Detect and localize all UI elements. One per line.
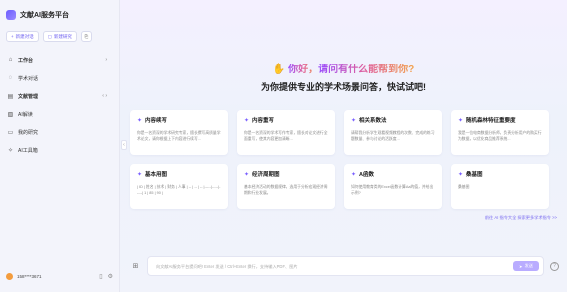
document-icon: ▧ (7, 111, 14, 118)
sidebar-item-workbench[interactable]: ⌂ 工作台 › (6, 54, 113, 66)
greeting: ✋ 你好，请问有什么能帮到你? (120, 60, 567, 75)
clipboard-button[interactable]: ⎘ (80, 31, 92, 42)
new-research-button[interactable]: ▢ 新建研究 (42, 31, 77, 42)
card-title: 随机森林特征重要度 (466, 118, 516, 124)
sparkle-icon: ✦ (351, 171, 357, 178)
card-title: A函数 (359, 172, 375, 178)
app-window: 文献AI服务平台 + 新建对话 ▢ 新建研究 ⎘ ⌂ 工作台 › ◌ 学术对话 … (0, 0, 567, 292)
plus-icon: + (11, 34, 14, 39)
prompt-card[interactable]: ✦ 内容续写 你是一名资深的学术研究专家，擅长撰写高质量学术论文，请你根据上下内容… (130, 110, 228, 155)
sidebar-item-literature[interactable]: ▤ 文献管理 ‹ › (6, 90, 113, 102)
card-desc: | ID | 姓名 | 技术 | 财务 | 人事 | -- | -- | -- … (137, 185, 221, 196)
sidebar: 文献AI服务平台 + 新建对话 ▢ 新建研究 ⎘ ⌂ 工作台 › ◌ 学术对话 … (0, 0, 120, 292)
sidebar-item-label: AI工具箱 (18, 147, 38, 154)
card-title: 内容重写 (252, 118, 275, 124)
more-prompts-link[interactable]: 前往 AI 指令大全 探索更多学术指令 >> (485, 215, 557, 221)
brand: 文献AI服务平台 (6, 8, 113, 22)
sidebar-item-label: 工作台 (18, 57, 34, 64)
user-actions: ▯ ⚙ (99, 273, 113, 280)
prompt-card[interactable]: ✦ 随机森林特征重要度 我是一位电商数据分析师，负责分析用户的购买行为数据，以优化… (451, 110, 549, 155)
page-subtitle: 为你提供专业的学术场景问答，快试试吧! (261, 82, 426, 92)
research-icon: ▢ (47, 33, 52, 39)
user-name: 158****3671 (17, 273, 42, 279)
card-desc: 基本经济活动的数据规律，选用于分析宏观经济周期和行业发展。 (244, 185, 328, 196)
settings-icon[interactable]: ⚙ (108, 273, 113, 280)
toolbox-icon: ✧ (7, 147, 14, 154)
sparkle-icon: ✦ (137, 171, 143, 178)
user-bar: 158****3671 ▯ ⚙ (6, 270, 113, 282)
card-title: 经济周期图 (252, 172, 280, 178)
send-label: 发送 (524, 263, 533, 268)
home-icon: ⌂ (8, 57, 13, 63)
chat-input[interactable] (156, 263, 513, 269)
wave-hand-icon: ✋ (272, 64, 286, 75)
chevron-right-icon: ‹ › (102, 93, 107, 99)
sidebar-nav: ⌂ 工作台 › ◌ 学术对话 ▤ 文献管理 ‹ › ▧ AI解读 ▭ 我的研究 (6, 54, 113, 156)
sparkle-icon: ✦ (351, 117, 357, 124)
document-icon[interactable]: ▯ (99, 273, 102, 280)
chevron-right-icon: › (105, 57, 107, 63)
card-desc: 如何使用教育类的Excel函数计算Aa的值，并给出示例? (351, 185, 434, 196)
prompt-card[interactable]: ✦ 桑基图 桑基图 (451, 164, 549, 209)
main-panel: ‹ ✋ 你好，请问有什么能帮到你? 为你提供专业的学术场景问答，快试试吧! ✦ 内容… (120, 0, 567, 292)
greeting-plain: 你好， (288, 64, 319, 75)
sidebar-item-my-research[interactable]: ▭ 我的研究 (6, 126, 113, 138)
sparkle-icon: ✦ (244, 117, 250, 124)
card-desc: 你是一名资深的学术写作专家，擅长对论文进行全面重写，使其内容更加清晰... (244, 131, 328, 142)
sparkle-icon: ✦ (458, 117, 464, 124)
sidebar-item-ai-toolbox[interactable]: ✧ AI工具箱 (6, 144, 113, 156)
help-icon[interactable]: ? (550, 261, 559, 271)
chat-icon: ◌ (8, 75, 13, 81)
greeting-highlight: 请问有什么能帮到你? (318, 64, 415, 75)
prompt-cards: ✦ 内容续写 你是一名资深的学术研究专家，擅长撰写高质量学术论文，请你根据上下内容… (130, 110, 558, 209)
avatar[interactable] (6, 272, 13, 280)
prompt-card[interactable]: ✦ 经济周期图 基本经济活动的数据规律，选用于分析宏观经济周期和行业发展。 (237, 164, 335, 209)
app-title: 文献AI服务平台 (20, 12, 69, 19)
prompt-card[interactable]: ✦ A函数 如何使用教育类的Excel函数计算Aa的值，并给出示例? (344, 164, 442, 209)
sidebar-item-ai-reading[interactable]: ▧ AI解读 (6, 108, 113, 120)
logo-icon (6, 10, 16, 20)
sparkle-icon: ✦ (137, 117, 143, 124)
send-button[interactable]: ➤ 发送 (513, 261, 539, 271)
new-chat-button[interactable]: + 新建对话 (6, 31, 39, 42)
research-icon: ▭ (7, 129, 14, 136)
sidebar-item-label: 学术对话 (18, 75, 39, 82)
card-desc: 我是一位电商数据分析师，负责分析用户的购买行为数据，以优化商品推荐系统... (458, 131, 542, 142)
sidebar-item-label: AI解读 (18, 111, 33, 118)
sidebar-actions: + 新建对话 ▢ 新建研究 ⎘ (6, 31, 113, 42)
card-title: 基本用图 (145, 172, 168, 178)
sparkle-icon: ✦ (244, 171, 250, 178)
prompt-card[interactable]: ✦ 内容重写 你是一名资深的学术写作专家，擅长对论文进行全面重写，使其内容更加清晰… (237, 110, 335, 155)
clipboard-icon: ⎘ (84, 34, 89, 39)
sidebar-item-label: 文献管理 (18, 93, 39, 100)
sidebar-item-label: 我的研究 (18, 129, 39, 136)
library-icon: ▤ (7, 93, 14, 100)
card-desc: 你是一名资深的学术研究专家，擅长撰写高质量学术论文，请你根据上下内容进行续写..… (137, 131, 221, 142)
chat-input-bar: ⊞ ➤ 发送 ? (130, 256, 559, 276)
card-title: 桑基图 (466, 172, 483, 178)
card-desc: 请帮我分析学生观看视频教程的次数、完成的练习题数量、参与讨论的活跃度... (351, 131, 435, 142)
sidebar-item-academic-chat[interactable]: ◌ 学术对话 (6, 72, 113, 84)
collapse-sidebar-button[interactable]: ‹ (121, 140, 127, 150)
chat-input-box: ➤ 发送 (147, 256, 544, 276)
prompt-card[interactable]: ✦ 基本用图 | ID | 姓名 | 技术 | 财务 | 人事 | -- | --… (130, 164, 228, 209)
prompt-card[interactable]: ✦ 相关系数法 请帮我分析学生观看视频教程的次数、完成的练习题数量、参与讨论的活跃… (344, 110, 442, 155)
card-title: 内容续写 (145, 118, 168, 124)
card-title: 相关系数法 (359, 118, 387, 124)
chevron-left-icon: ‹ (123, 142, 125, 148)
new-chat-label: 新建对话 (15, 33, 34, 39)
sparkle-icon: ✦ (458, 171, 464, 178)
new-research-label: 新建研究 (53, 33, 72, 39)
send-icon: ➤ (519, 263, 523, 269)
card-desc: 桑基图 (458, 185, 470, 189)
grid-icon[interactable]: ⊞ (130, 261, 141, 272)
